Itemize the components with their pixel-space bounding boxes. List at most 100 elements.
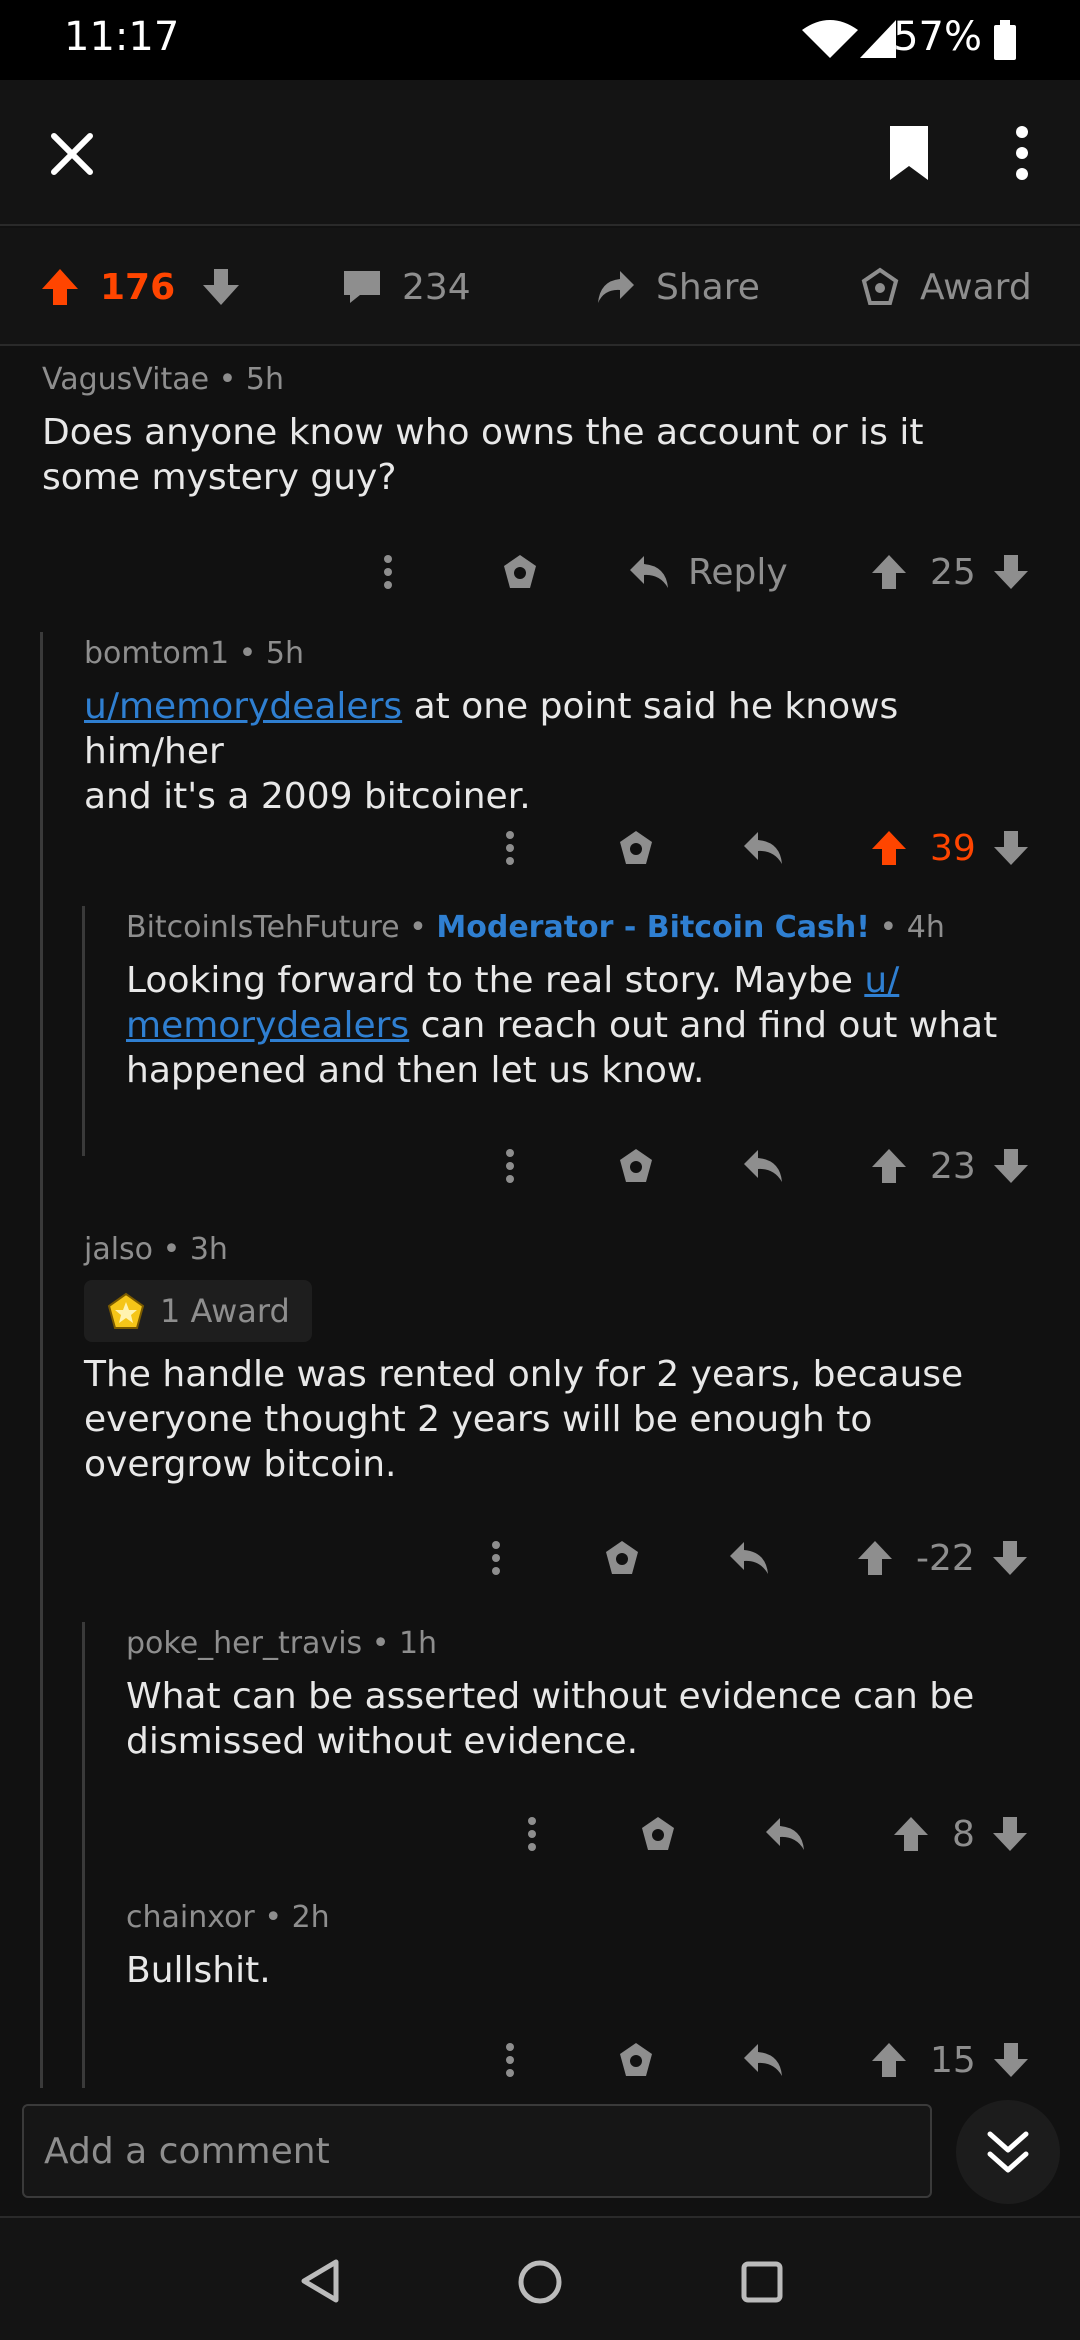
reply-label: Reply xyxy=(688,551,788,593)
reply-icon[interactable] xyxy=(742,818,784,878)
award-button[interactable]: Award xyxy=(860,228,1032,346)
comment-score: 15 xyxy=(930,2039,976,2081)
comment-author[interactable]: jalso xyxy=(84,1232,153,1267)
comments-button[interactable]: 234 xyxy=(342,228,471,346)
back-icon[interactable] xyxy=(298,2258,342,2304)
battery-percent: 57% xyxy=(893,14,982,60)
more-options-icon[interactable] xyxy=(1012,124,1032,182)
status-bar: 11:17 57% xyxy=(0,0,1080,80)
award-icon[interactable] xyxy=(602,1528,642,1588)
comment-age: 4h xyxy=(906,910,945,945)
more-options-icon[interactable] xyxy=(504,2030,516,2088)
reply-icon[interactable] xyxy=(742,2030,784,2088)
comment-text: and it's a 2009 bitcoiner. xyxy=(84,776,531,817)
more-options-icon[interactable] xyxy=(382,542,394,602)
downvote-icon[interactable] xyxy=(992,829,1030,867)
upvote-icon[interactable] xyxy=(856,1539,894,1577)
share-label: Share xyxy=(656,266,760,308)
reply-button[interactable]: Reply xyxy=(628,542,788,602)
bookmark-icon[interactable] xyxy=(886,124,932,182)
downvote-icon[interactable] xyxy=(991,1815,1029,1853)
award-chip[interactable]: 1 Award xyxy=(84,1280,312,1342)
comment-composer xyxy=(0,2088,1080,2216)
comment-vote-group: 23 xyxy=(870,1136,1030,1196)
upvote-icon[interactable] xyxy=(892,1815,930,1853)
close-icon[interactable] xyxy=(50,132,94,176)
downvote-icon[interactable] xyxy=(991,1539,1029,1577)
thread-line[interactable] xyxy=(82,906,85,1156)
more-options-icon[interactable] xyxy=(526,1804,538,1864)
post-action-bar: 176 234 Share Award xyxy=(0,228,1080,346)
comment-author[interactable]: poke_her_travis xyxy=(126,1626,362,1661)
comment-age: 5h xyxy=(245,362,284,397)
user-link[interactable]: memorydealers xyxy=(126,1005,409,1046)
comment-body: Does anyone know who owns the account or… xyxy=(42,412,924,498)
upvote-icon[interactable] xyxy=(870,553,908,591)
award-icon[interactable] xyxy=(616,2030,656,2088)
reply-icon[interactable] xyxy=(728,1528,770,1588)
award-label: Award xyxy=(920,266,1032,308)
award-icon[interactable] xyxy=(500,542,540,602)
user-link[interactable]: u/memorydealers xyxy=(84,686,402,727)
comment-age: 2h xyxy=(291,1900,330,1935)
comment-actions: Reply 25 xyxy=(0,542,1080,602)
comment-meta: poke_her_travis • 1h xyxy=(126,1626,437,1661)
meta-separator: • xyxy=(879,910,898,945)
downvote-icon[interactable] xyxy=(992,2041,1030,2079)
award-icon[interactable] xyxy=(616,1136,656,1196)
comment-score: 23 xyxy=(930,1145,976,1187)
recents-icon[interactable] xyxy=(740,2260,784,2304)
downvote-icon[interactable] xyxy=(992,553,1030,591)
award-icon xyxy=(861,267,899,305)
comment-body: What can be asserted without evidence ca… xyxy=(126,1676,975,1762)
home-icon[interactable] xyxy=(516,2258,564,2306)
reply-icon[interactable] xyxy=(764,1804,806,1864)
upvote-icon[interactable] xyxy=(870,1147,908,1185)
comment-score: 25 xyxy=(930,551,976,593)
comment-meta: BitcoinIsTehFuture • Moderator - Bitcoin… xyxy=(126,910,945,945)
downvote-icon[interactable] xyxy=(201,267,241,307)
meta-separator: • xyxy=(238,636,257,671)
comment-body: Bullshit. xyxy=(126,1950,271,1991)
comment-actions: 15 xyxy=(0,2030,1080,2088)
more-options-icon[interactable] xyxy=(504,818,516,878)
downvote-icon[interactable] xyxy=(992,1147,1030,1185)
comment-text: can reach out and find out what xyxy=(409,1005,998,1046)
comment-author[interactable]: VagusVitae xyxy=(42,362,209,397)
post-score: 176 xyxy=(100,266,176,308)
moderator-flair: Moderator - Bitcoin Cash! xyxy=(436,910,870,945)
upvote-icon[interactable] xyxy=(870,2041,908,2079)
comment-list: VagusVitae • 5h Does anyone know who own… xyxy=(0,348,1080,2088)
comment-score: -22 xyxy=(916,1537,975,1579)
comment-age: 3h xyxy=(189,1232,228,1267)
comment-input[interactable] xyxy=(22,2104,932,2198)
jump-to-next-button[interactable] xyxy=(956,2100,1060,2204)
comment-score: 8 xyxy=(952,1813,975,1855)
system-nav-bar xyxy=(0,2216,1080,2340)
comment-text: Looking forward to the real story. Maybe xyxy=(126,960,865,1001)
double-chevron-down-icon xyxy=(987,2131,1029,2173)
comment-age: 5h xyxy=(265,636,304,671)
more-options-icon[interactable] xyxy=(490,1528,502,1588)
award-icon[interactable] xyxy=(638,1804,678,1864)
comment-vote-group: 15 xyxy=(870,2030,1030,2088)
post-top-bar xyxy=(0,80,1080,226)
comment-vote-group: -22 xyxy=(856,1528,1029,1588)
wifi-icon xyxy=(802,20,858,58)
reply-icon[interactable] xyxy=(742,1136,784,1196)
comment-vote-group: 8 xyxy=(892,1804,1029,1864)
comment-actions: 39 xyxy=(0,818,1080,878)
comment-body: Looking forward to the real story. Maybe… xyxy=(126,958,1046,1093)
meta-separator: • xyxy=(409,910,427,945)
upvote-icon[interactable] xyxy=(870,829,908,867)
upvote-icon[interactable] xyxy=(40,267,80,307)
comment-author[interactable]: BitcoinIsTehFuture xyxy=(126,910,400,945)
more-options-icon[interactable] xyxy=(504,1136,516,1196)
award-icon[interactable] xyxy=(616,818,656,878)
comment-author[interactable]: bomtom1 xyxy=(84,636,229,671)
status-time: 11:17 xyxy=(64,14,180,60)
user-link[interactable]: u/ xyxy=(864,960,899,1001)
comment-author[interactable]: chainxor xyxy=(126,1900,255,1935)
share-button[interactable]: Share xyxy=(594,228,760,346)
comment-actions: -22 xyxy=(0,1528,1080,1588)
